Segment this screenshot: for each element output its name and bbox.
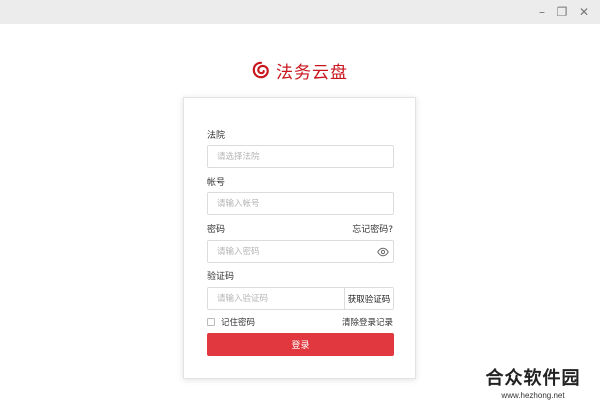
login-button[interactable]: 登录 (207, 333, 394, 356)
close-icon[interactable]: ✕ (575, 3, 593, 21)
title-bar: – ❐ ✕ (0, 0, 600, 24)
remember-checkbox[interactable] (207, 318, 215, 326)
watermark-url: www.hezhong.net (501, 391, 565, 400)
swirl-logo-icon (252, 61, 269, 79)
watermark: 合众软件园 www.hezhong.net (470, 368, 596, 402)
eye-icon[interactable] (377, 246, 389, 258)
minimize-icon[interactable]: – (533, 3, 551, 21)
remember-password[interactable]: 记住密码 (207, 316, 255, 328)
captcha-label: 验证码 (207, 272, 235, 282)
restore-icon[interactable]: ❐ (553, 3, 571, 21)
account-input[interactable] (207, 192, 394, 215)
brand-name: 法务云盘 (276, 62, 348, 83)
password-label: 密码 (207, 225, 226, 235)
remember-label: 记住密码 (221, 318, 256, 328)
brand-header: 法务云盘 (0, 58, 600, 83)
clear-records-link[interactable]: 清除登录记录 (342, 316, 393, 328)
forgot-password-link[interactable]: 忘记密码? (352, 222, 393, 235)
court-label: 法院 (207, 131, 226, 141)
password-input[interactable] (207, 240, 394, 263)
captcha-field: 获取验证码 (207, 287, 394, 310)
login-card: 法院 帐号 密码 忘记密码? 验证码 获取验证码 记住密码 清除登录记录 登录 (183, 97, 416, 379)
get-code-button[interactable]: 获取验证码 (344, 288, 393, 309)
captcha-input[interactable] (208, 288, 344, 309)
court-select[interactable] (207, 145, 394, 168)
watermark-title: 合众软件园 (485, 368, 581, 389)
account-label: 帐号 (207, 178, 226, 188)
